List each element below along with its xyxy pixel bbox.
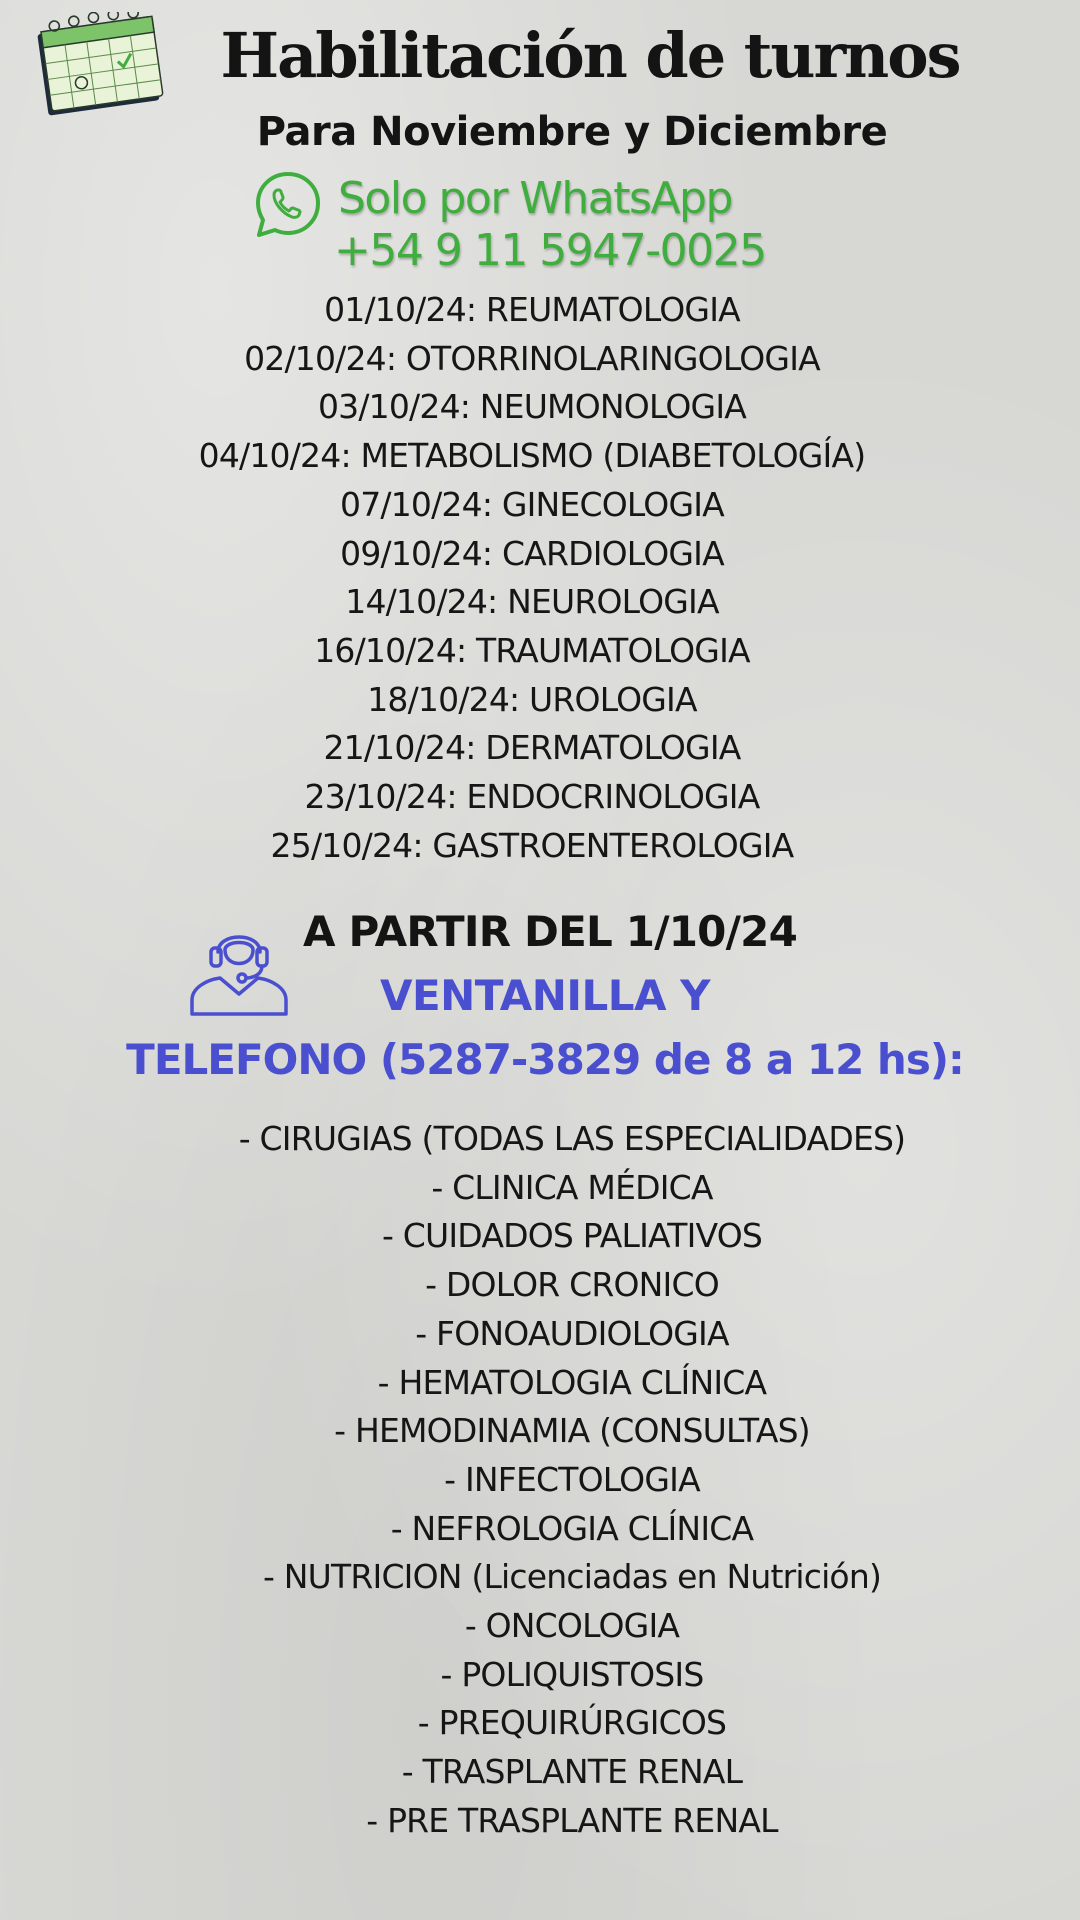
schedule-item: 02/10/24: OTORRINOLARINGOLOGIA bbox=[244, 338, 821, 378]
service-item: - POLIQUISTOSIS bbox=[440, 1654, 705, 1694]
whatsapp-icon bbox=[254, 170, 322, 240]
service-item: - CLINICA MÉDICA bbox=[431, 1167, 713, 1207]
page-title: Habilitación de turnos bbox=[220, 19, 962, 92]
service-item: - INFECTOLOGIA bbox=[444, 1459, 700, 1499]
service-item: - FONOAUDIOLOGIA bbox=[415, 1313, 729, 1353]
whatsapp-phone[interactable]: +54 9 11 5947-0025 bbox=[334, 222, 767, 280]
schedule-item: 01/10/24: REUMATOLOGIA bbox=[324, 290, 741, 329]
service-item: - HEMATOLOGIA CLÍNICA bbox=[377, 1362, 767, 1402]
schedule-item: 16/10/24: TRAUMATOLOGIA bbox=[314, 630, 750, 670]
service-item: - PREQUIRÚRGICOS bbox=[417, 1703, 727, 1743]
phone-hours-label: TELEFONO (5287-3829 de 8 a 12 hs): bbox=[126, 1035, 965, 1084]
window-label: VENTANILLA Y bbox=[379, 971, 711, 1020]
service-item: - PRE TRASPLANTE RENAL bbox=[366, 1800, 778, 1840]
schedule-item: 14/10/24: NEUROLOGIA bbox=[345, 582, 719, 622]
services-list: - CIRUGIAS (TODAS LAS ESPECIALIDADES) - … bbox=[140, 1115, 1004, 1846]
service-item: - NEFROLOGIA CLÍNICA bbox=[390, 1508, 754, 1548]
schedule-item: 21/10/24: DERMATOLOGIA bbox=[323, 728, 741, 768]
schedule-list: 01/10/24: REUMATOLOGIA 02/10/24: OTORRIN… bbox=[0, 286, 1064, 870]
schedule-item: 04/10/24: METABOLISMO (DIABETOLOGÍA) bbox=[198, 436, 867, 476]
schedule-item: 23/10/24: ENDOCRINOLOGIA bbox=[304, 777, 761, 817]
service-item: - NUTRICION (Licenciadas en Nutrición) bbox=[262, 1557, 882, 1597]
page-subtitle: Para Noviembre y Diciembre bbox=[256, 109, 888, 155]
schedule-item: 18/10/24: UROLOGIA bbox=[367, 679, 697, 719]
schedule-item: 09/10/24: CARDIOLOGIA bbox=[340, 533, 725, 573]
service-item: - CUIDADOS PALIATIVOS bbox=[381, 1216, 763, 1256]
start-date-heading: A PARTIR DEL 1/10/24 bbox=[303, 907, 798, 956]
service-item: - HEMODINAMIA (CONSULTAS) bbox=[334, 1411, 811, 1451]
service-item: - DOLOR CRONICO bbox=[425, 1265, 720, 1305]
calendar-icon bbox=[32, 7, 168, 116]
schedule-item: 25/10/24: GASTROENTEROLOGIA bbox=[270, 825, 795, 865]
schedule-item: 07/10/24: GINECOLOGIA bbox=[340, 484, 725, 524]
service-item: - TRASPLANTE RENAL bbox=[401, 1752, 743, 1792]
whatsapp-label: Solo por WhatsApp bbox=[338, 173, 733, 224]
service-item: - ONCOLOGIA bbox=[464, 1606, 680, 1646]
schedule-item: 03/10/24: NEUMONOLOGIA bbox=[317, 387, 747, 427]
service-item: - CIRUGIAS (TODAS LAS ESPECIALIDADES) bbox=[238, 1119, 906, 1158]
